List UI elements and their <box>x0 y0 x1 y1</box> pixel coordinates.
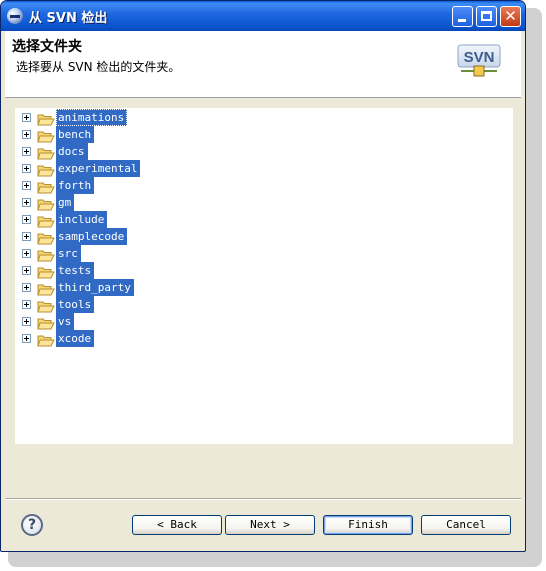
expand-plus-icon[interactable] <box>22 232 31 241</box>
open-folder-icon <box>37 179 55 194</box>
help-icon[interactable]: ? <box>21 514 43 536</box>
tree-item-label[interactable]: forth <box>56 177 95 194</box>
open-folder-icon <box>37 264 55 279</box>
finish-button-label: Finish <box>348 518 388 531</box>
open-folder-icon <box>37 332 55 347</box>
open-folder-icon <box>37 298 55 313</box>
tree-item-label[interactable]: animations <box>56 109 128 126</box>
open-folder-icon <box>37 128 55 143</box>
svn-logo-icon: SVN <box>457 44 501 77</box>
maximize-icon <box>481 11 492 21</box>
svn-logo-text: SVN <box>464 49 495 66</box>
expand-plus-icon[interactable] <box>22 300 31 309</box>
minimize-button[interactable] <box>452 6 473 27</box>
next-button[interactable]: Next > <box>225 515 315 535</box>
next-button-label: Next <box>250 518 277 531</box>
close-button[interactable]: ✕ <box>500 6 521 27</box>
expand-plus-icon[interactable] <box>22 215 31 224</box>
checkout-dialog: 从 SVN 检出 ✕ 选择文件夹 选择要从 SVN 检出的文件夹。 SVN an… <box>0 0 526 552</box>
open-folder-icon <box>37 162 55 177</box>
next-arrow-icon: > <box>283 518 290 531</box>
back-button[interactable]: < Back <box>132 515 222 535</box>
tree-item-label[interactable]: tools <box>56 296 95 313</box>
eclipse-app-icon <box>7 8 23 24</box>
tree-item-label[interactable]: samplecode <box>56 228 128 245</box>
page-subtitle: 选择要从 SVN 检出的文件夹。 <box>16 60 181 74</box>
button-bar-separator <box>5 498 521 500</box>
finish-button[interactable]: Finish <box>323 515 413 535</box>
close-icon: ✕ <box>504 7 517 25</box>
expand-plus-icon[interactable] <box>22 198 31 207</box>
wizard-header: 选择文件夹 选择要从 SVN 检出的文件夹。 SVN <box>5 31 521 98</box>
expand-plus-icon[interactable] <box>22 283 31 292</box>
window-title: 从 SVN 检出 <box>29 11 108 26</box>
expand-plus-icon[interactable] <box>22 147 31 156</box>
tree-item-label[interactable]: docs <box>56 143 88 160</box>
open-folder-icon <box>37 281 55 296</box>
expand-plus-icon[interactable] <box>22 266 31 275</box>
maximize-button[interactable] <box>476 6 497 27</box>
tree-item-label[interactable]: third_party <box>56 279 134 296</box>
tree-item-label[interactable]: xcode <box>56 330 95 347</box>
page-title: 选择文件夹 <box>12 39 82 55</box>
expand-plus-icon[interactable] <box>22 249 31 258</box>
open-folder-icon <box>37 230 55 245</box>
tree-item-label[interactable]: include <box>56 211 108 228</box>
tree-item-label[interactable]: src <box>56 245 81 262</box>
back-button-label: Back <box>170 518 197 531</box>
minimize-icon <box>458 19 466 22</box>
expand-plus-icon[interactable] <box>22 164 31 173</box>
tree-item-label[interactable]: experimental <box>56 160 141 177</box>
open-folder-icon <box>37 145 55 160</box>
expand-plus-icon[interactable] <box>22 113 31 122</box>
tree-item-label[interactable]: tests <box>56 262 95 279</box>
open-folder-icon <box>37 111 55 126</box>
tree-item-label[interactable]: bench <box>56 126 95 143</box>
expand-plus-icon[interactable] <box>22 317 31 326</box>
tree-item-label[interactable]: gm <box>56 194 75 211</box>
cancel-button[interactable]: Cancel <box>421 515 511 535</box>
back-arrow-icon: < <box>157 518 164 531</box>
folder-tree[interactable]: animations bench docs experimental forth gm in… <box>15 108 513 444</box>
open-folder-icon <box>37 315 55 330</box>
title-bar[interactable]: 从 SVN 检出 ✕ <box>1 1 525 31</box>
expand-plus-icon[interactable] <box>22 130 31 139</box>
open-folder-icon <box>37 213 55 228</box>
tree-item-label[interactable]: vs <box>56 313 75 330</box>
cancel-button-label: Cancel <box>446 518 486 531</box>
open-folder-icon <box>37 196 55 211</box>
open-folder-icon <box>37 247 55 262</box>
expand-plus-icon[interactable] <box>22 334 31 343</box>
expand-plus-icon[interactable] <box>22 181 31 190</box>
